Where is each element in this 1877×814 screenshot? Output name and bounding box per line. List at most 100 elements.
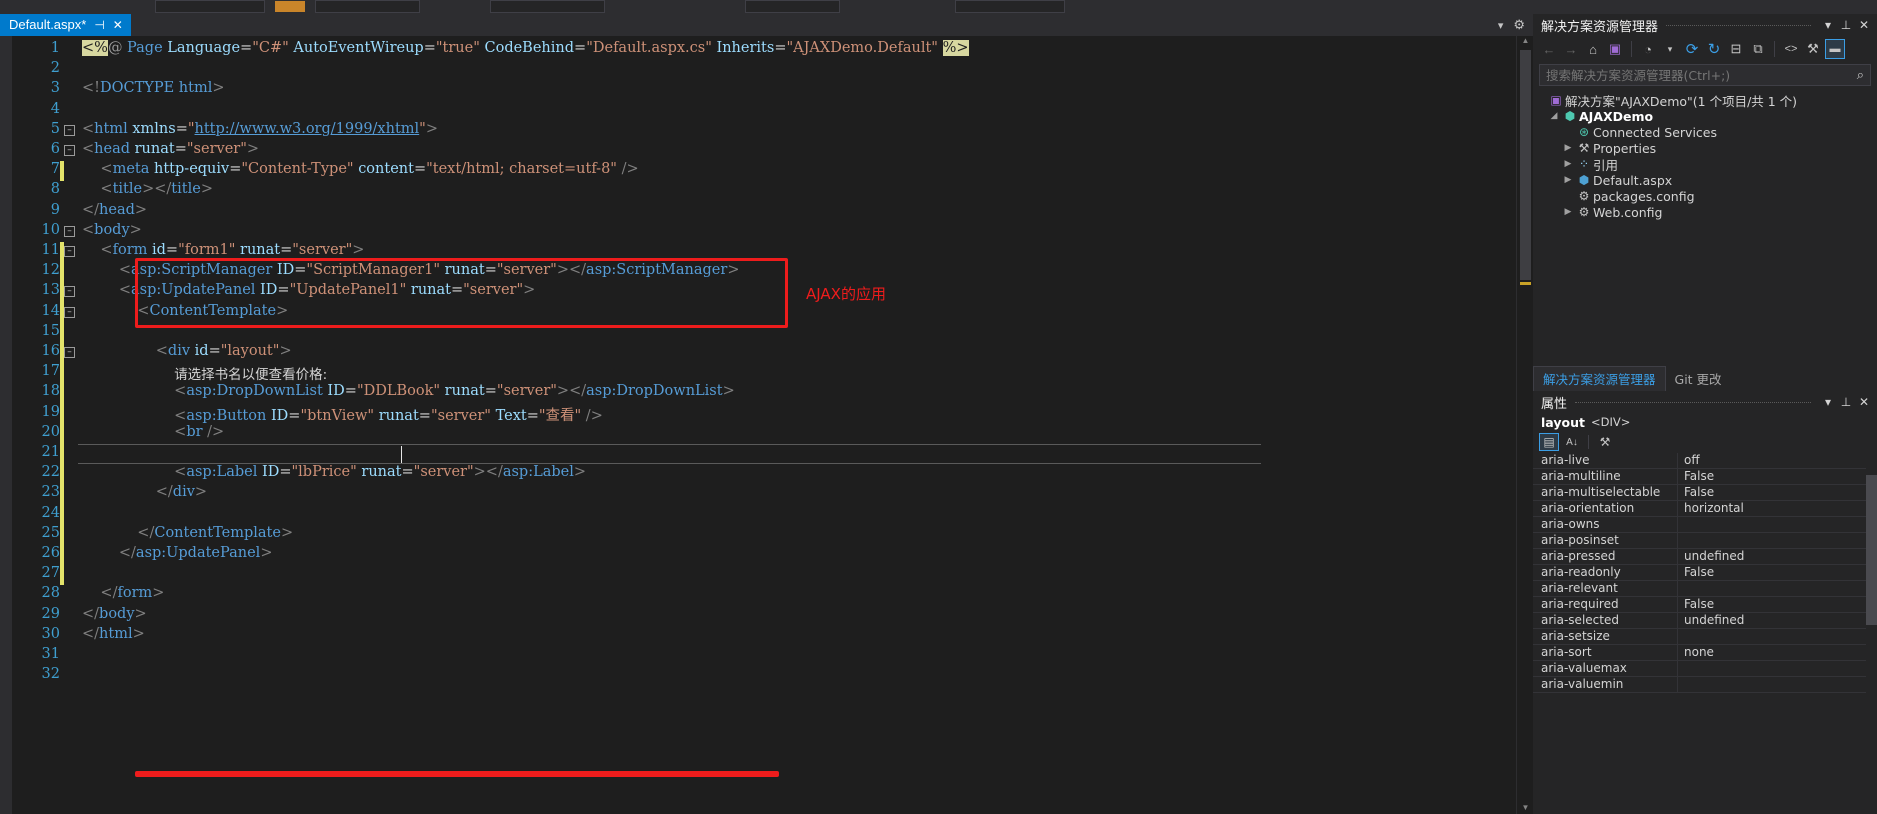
property-row[interactable]: aria-setsize (1533, 629, 1877, 645)
chevron-down-icon[interactable]: ▾ (1660, 39, 1680, 59)
code-line[interactable]: 17 请选择书名以便查看价格: (0, 363, 1516, 384)
solution-explorer-toolbar[interactable]: ← → ⌂ ▣ ◔ ▾ ⟳ ↻ ⊟ ⧉ <> ⚒ ▬ (1533, 36, 1877, 62)
close-icon[interactable]: ✕ (1855, 18, 1873, 32)
property-value[interactable]: False (1678, 469, 1877, 484)
pending-changes-icon[interactable]: ◔ (1638, 39, 1658, 59)
properties-scrollbar[interactable] (1866, 453, 1877, 707)
vs-solution-icon[interactable]: ▣ (1605, 39, 1625, 59)
property-row[interactable]: aria-selected undefined (1533, 613, 1877, 629)
tab-default-aspx[interactable]: Default.aspx* ⊣ ✕ (0, 14, 131, 36)
properties-scrollbar-thumb[interactable] (1866, 475, 1877, 625)
close-icon[interactable]: ✕ (113, 14, 123, 36)
expander-icon[interactable]: ▶ (1561, 159, 1575, 169)
pin-icon[interactable]: ⊥ (1837, 18, 1855, 32)
solution-tree[interactable]: ▣ 解决方案"AJAXDemo"(1 个项目/共 1 个) ◢ ⬢ AJAXDemo ⊛ C… (1533, 90, 1877, 220)
tree-item-web-config[interactable]: ▶ ⚙ Web.config (1533, 204, 1877, 220)
tree-item-properties[interactable]: ▶ ⚒ Properties (1533, 140, 1877, 156)
code-line[interactable]: 24 (0, 504, 1516, 525)
property-row[interactable]: aria-valuemin (1533, 677, 1877, 693)
pin-icon[interactable]: ⊣ (94, 14, 104, 36)
code-line[interactable]: 22 <asp:Label ID="lbPrice" runat="server… (0, 464, 1516, 485)
code-line[interactable]: 10– <body> (0, 222, 1516, 242)
back-icon[interactable]: ← (1539, 39, 1559, 59)
chevron-down-icon[interactable]: ▾ (1819, 18, 1837, 32)
code-fold-toggle[interactable]: – (64, 306, 75, 318)
code-line[interactable]: 8 <title></title> (0, 181, 1516, 201)
expander-icon[interactable]: ◢ (1547, 111, 1561, 121)
tree-item-[interactable]: ▶ ⁘ 引用 (1533, 156, 1877, 173)
code-line[interactable]: 30 </html> (0, 626, 1516, 646)
expander-icon[interactable]: ▶ (1561, 207, 1575, 217)
property-row[interactable]: aria-sort none (1533, 645, 1877, 661)
property-value[interactable]: False (1678, 565, 1877, 580)
property-value[interactable] (1678, 533, 1877, 548)
categorized-icon[interactable]: ▤ (1539, 433, 1559, 451)
property-value[interactable]: none (1678, 645, 1877, 660)
code-line[interactable]: 2 (0, 60, 1516, 80)
property-value[interactable]: undefined (1678, 613, 1877, 628)
property-value[interactable] (1678, 661, 1877, 676)
code-line[interactable]: 5– <html xmlns="http://www.w3.org/1999/xh… (0, 121, 1516, 141)
property-row[interactable]: aria-pressed undefined (1533, 549, 1877, 565)
property-row[interactable]: aria-owns (1533, 517, 1877, 533)
home-icon[interactable]: ⌂ (1583, 39, 1603, 59)
property-value[interactable]: False (1678, 597, 1877, 612)
chevron-down-icon[interactable]: ▾ (1819, 395, 1837, 409)
sync-icon[interactable]: ⟳ (1682, 39, 1702, 59)
dock-tab-solution-explorer[interactable]: 解决方案资源管理器 (1533, 366, 1666, 391)
scroll-up-icon[interactable]: ▲ (1520, 36, 1531, 47)
tree-item-packages-config[interactable]: ⚙ packages.config (1533, 188, 1877, 204)
property-row[interactable]: aria-multiselectable False (1533, 485, 1877, 501)
code-fold-toggle[interactable]: – (64, 145, 75, 156)
code-line[interactable]: 26 </asp:UpdatePanel> (0, 545, 1516, 566)
property-row[interactable]: aria-multiline False (1533, 469, 1877, 485)
property-row[interactable]: aria-relevant (1533, 581, 1877, 597)
property-row[interactable]: aria-posinset (1533, 533, 1877, 549)
code-line[interactable]: 31 (0, 646, 1516, 666)
expander-icon[interactable]: ▶ (1561, 175, 1575, 185)
property-value[interactable] (1678, 677, 1877, 692)
property-value[interactable]: False (1678, 485, 1877, 500)
property-value[interactable] (1678, 629, 1877, 644)
collapse-all-icon[interactable]: ⊟ (1726, 39, 1746, 59)
code-line[interactable]: 1 <%@ Page Language="C#" AutoEventWireup=… (0, 40, 1516, 60)
properties-page-icon[interactable]: ⧉ (1748, 39, 1768, 59)
wrench-icon[interactable]: ⚒ (1803, 39, 1823, 59)
property-row[interactable]: aria-required False (1533, 597, 1877, 613)
code-line[interactable]: 27 (0, 565, 1516, 586)
properties-wrench-icon[interactable]: ⚒ (1595, 433, 1615, 451)
solution-explorer-search[interactable]: ⌕ (1539, 64, 1871, 86)
code-line[interactable]: 20 <br /> (0, 423, 1516, 444)
property-value[interactable] (1678, 517, 1877, 532)
code-line[interactable]: 29 </body> (0, 606, 1516, 626)
forward-icon[interactable]: → (1561, 39, 1581, 59)
property-row[interactable]: aria-valuemax (1533, 661, 1877, 677)
code-line[interactable]: 23 </div> (0, 484, 1516, 505)
scrollbar-thumb[interactable] (1520, 50, 1531, 280)
property-value[interactable]: off (1678, 453, 1877, 468)
code-line[interactable]: 7 <meta http-equiv="Content-Type" conten… (0, 161, 1516, 182)
code-line[interactable]: 19 <asp:Button ID="btnView" runat="serve… (0, 403, 1516, 424)
code-fold-toggle[interactable]: – (64, 246, 75, 257)
code-line[interactable]: 6– <head runat="server"> (0, 141, 1516, 161)
code-line[interactable]: 9 </head> (0, 202, 1516, 222)
tree-item-connected-services[interactable]: ⊛ Connected Services (1533, 124, 1877, 140)
property-value[interactable]: horizontal (1678, 501, 1877, 516)
expander-icon[interactable]: ▶ (1561, 143, 1575, 153)
tree-item-ajaxdemo[interactable]: ◢ ⬢ AJAXDemo (1533, 108, 1877, 124)
code-line[interactable]: 16– <div id="layout"> (0, 343, 1516, 364)
tree-item-ajaxdemo-1-1[interactable]: ▣ 解决方案"AJAXDemo"(1 个项目/共 1 个) (1533, 92, 1877, 109)
editor-vertical-scrollbar[interactable]: ▲ ▼ (1516, 36, 1533, 814)
property-value[interactable]: undefined (1678, 549, 1877, 564)
code-editor[interactable]: 1 <%@ Page Language="C#" AutoEventWireup=… (0, 36, 1533, 814)
property-row[interactable]: aria-live off (1533, 453, 1877, 469)
scroll-down-icon[interactable]: ▼ (1520, 803, 1531, 814)
property-row[interactable]: aria-readonly False (1533, 565, 1877, 581)
search-input[interactable] (1546, 67, 1857, 83)
alphabetical-sort-icon[interactable]: A↓ (1562, 433, 1582, 451)
chevron-down-icon[interactable]: ▾ (1498, 19, 1504, 32)
property-value[interactable] (1678, 581, 1877, 596)
close-icon[interactable]: ✕ (1855, 395, 1873, 409)
dock-tab-strip[interactable]: 解决方案资源管理器 Git 更改 (1533, 366, 1877, 391)
code-line[interactable]: 18 <asp:DropDownList ID="DDLBook" runat=… (0, 383, 1516, 404)
